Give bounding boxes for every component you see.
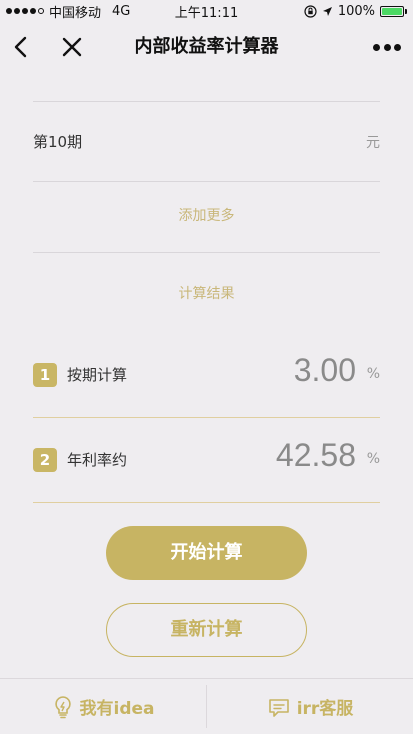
add-more-link[interactable]: 添加更多 [0, 205, 413, 225]
location-icon [322, 6, 332, 16]
status-time: 上午11:11 [174, 5, 239, 21]
period-label: 第10期 [33, 133, 83, 151]
period-input-row[interactable]: 第10期 元 [33, 102, 380, 182]
idea-button[interactable]: 我有idea [0, 679, 206, 734]
bottom-bar: 我有idea irr客服 [0, 678, 413, 734]
divider [33, 417, 380, 418]
result-row-period: 1 按期计算 3.00 % [33, 334, 380, 418]
result-unit: % [366, 451, 380, 467]
result-badge: 2 [33, 448, 57, 472]
network-type: 4G [112, 3, 131, 19]
signal-icon [6, 8, 44, 14]
period-unit: 元 [366, 135, 380, 151]
divider [33, 502, 380, 503]
result-row-annual: 2 年利率约 42.58 % [33, 419, 380, 503]
rotation-lock-icon [304, 4, 317, 18]
result-value: 42.58 [275, 437, 356, 473]
battery-percent: 100% [337, 3, 375, 19]
result-label: 年利率约 [67, 451, 128, 469]
divider [33, 181, 380, 182]
chat-icon [268, 698, 289, 717]
nav-bar: 内部收益率计算器 [0, 22, 413, 72]
reset-calculation-button[interactable]: 重新计算 [106, 603, 307, 657]
status-left: 中国移动 4G [6, 2, 130, 21]
idea-label: 我有idea [79, 699, 155, 719]
status-right: 100% [304, 4, 407, 19]
status-bar: 中国移动 4G 上午11:11 100% [0, 0, 413, 22]
lightbulb-icon [54, 695, 71, 718]
result-label: 按期计算 [67, 366, 128, 384]
divider [33, 252, 380, 253]
customer-service-button[interactable]: irr客服 [207, 679, 413, 734]
service-label: irr客服 [296, 699, 354, 719]
result-badge: 1 [33, 363, 57, 387]
carrier-name: 中国移动 [49, 5, 102, 21]
page-title: 内部收益率计算器 [134, 36, 279, 57]
start-calculation-button[interactable]: 开始计算 [106, 526, 307, 580]
result-title: 计算结果 [178, 286, 235, 302]
result-unit: % [366, 366, 380, 382]
more-icon[interactable] [373, 36, 401, 58]
battery-icon [380, 5, 407, 17]
result-value: 3.00 [293, 352, 356, 388]
